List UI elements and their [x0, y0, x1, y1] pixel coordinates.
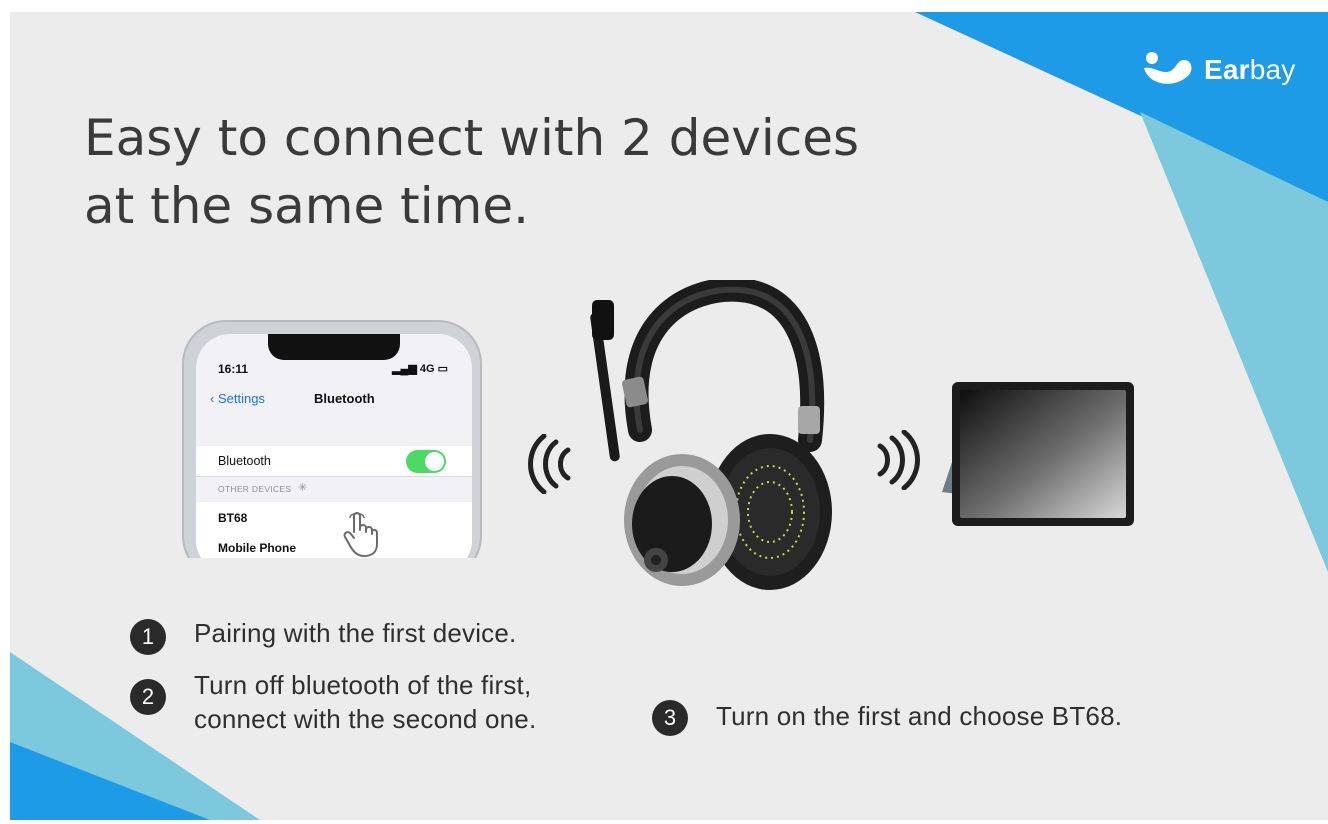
- bluetooth-toggle[interactable]: [406, 450, 446, 473]
- earbay-logo-icon: [1144, 52, 1192, 84]
- step-1-text: Pairing with the first device.: [194, 618, 517, 648]
- step-2-badge: 2: [130, 679, 166, 715]
- step-3-text: Turn on the first and choose BT68.: [716, 701, 1123, 731]
- signal-icon: ▂▄▆: [392, 363, 417, 375]
- bluetooth-row: Bluetooth: [196, 446, 472, 477]
- loading-spinner-icon: ✳: [298, 482, 308, 494]
- device-row-bt68[interactable]: BT68: [196, 502, 472, 533]
- promo-banner: Earbay Easy to connect with 2 devices at…: [10, 12, 1328, 820]
- signal-waves-icon: [528, 434, 571, 494]
- headline: Easy to connect with 2 devices at the sa…: [84, 104, 984, 240]
- tablet-image: [942, 382, 1134, 526]
- headline-line-1: Easy to connect with 2 devices: [84, 109, 860, 167]
- bluetooth-label: Bluetooth: [218, 454, 271, 468]
- step-2-line-1: Turn off bluetooth of the first,: [194, 670, 532, 700]
- chevron-left-icon: ‹: [210, 391, 218, 406]
- screen-title: Bluetooth: [314, 391, 375, 406]
- toggle-knob: [425, 452, 444, 471]
- status-time: 16:11: [218, 362, 249, 376]
- phone-mockup: 16:11 ▂▄▆ 4G ▭ ‹ Settings Bluetooth Blue…: [182, 320, 486, 558]
- step-1-badge: 1: [130, 619, 166, 655]
- device-label: Mobile Phone: [218, 541, 296, 555]
- device-row-mobile-phone[interactable]: Mobile Phone: [196, 532, 472, 558]
- phone-screen: 16:11 ▂▄▆ 4G ▭ ‹ Settings Bluetooth Blue…: [196, 334, 472, 558]
- brand-logo: Earbay: [1142, 48, 1312, 92]
- step-2-text: Turn off bluetooth of the first, connect…: [194, 668, 536, 736]
- settings-back-button[interactable]: ‹ Settings: [210, 391, 265, 406]
- device-label: BT68: [218, 511, 248, 525]
- phone-frame: 16:11 ▂▄▆ 4G ▭ ‹ Settings Bluetooth Blue…: [182, 320, 482, 558]
- phone-notch: [268, 334, 400, 360]
- other-devices-header: OTHER DEVICES: [218, 484, 292, 494]
- signal-waves-icon: [877, 430, 920, 490]
- headset-image: [590, 280, 832, 590]
- step-3-badge: 3: [652, 700, 688, 736]
- status-network: ▂▄▆ 4G ▭: [392, 363, 448, 375]
- hand-pointer-icon: [343, 512, 378, 557]
- brand-wordmark: Earbay: [1204, 54, 1296, 85]
- step-2-line-2: connect with the second one.: [194, 704, 537, 734]
- headline-line-2: at the same time.: [84, 177, 529, 235]
- battery-icon: ▭: [437, 363, 448, 375]
